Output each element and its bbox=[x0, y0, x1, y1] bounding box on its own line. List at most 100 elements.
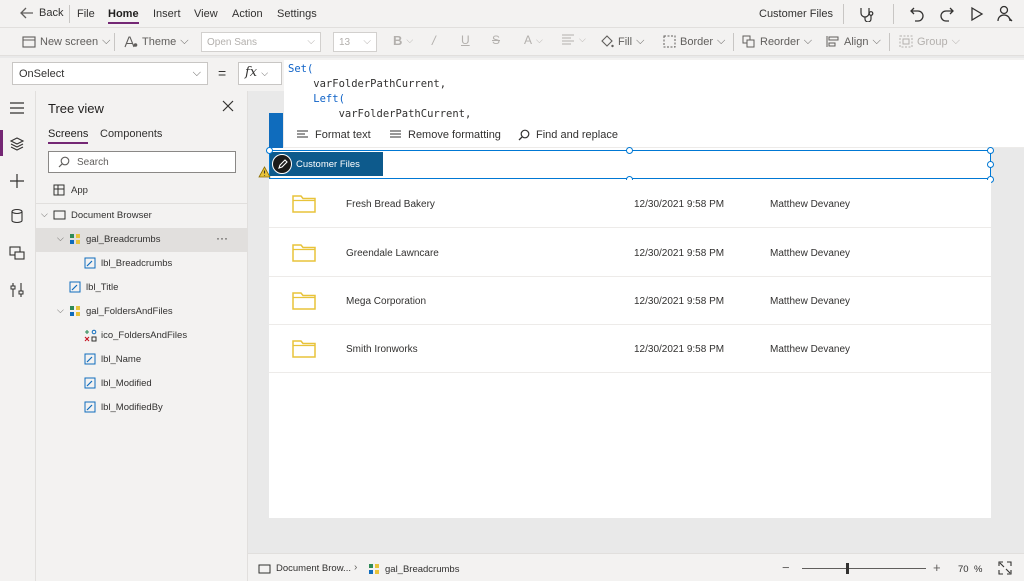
bold-button[interactable]: B ⌵ bbox=[393, 33, 413, 48]
more-options-icon[interactable]: ··· bbox=[216, 231, 228, 245]
status-control-name: gal_Breadcrumbs bbox=[385, 563, 460, 575]
resize-handle[interactable] bbox=[626, 147, 633, 154]
status-screen-name: Document Brow... bbox=[276, 563, 351, 574]
zoom-level: 70 bbox=[958, 564, 969, 575]
tree-item-ico-folders-and-files[interactable]: ico_FoldersAndFiles bbox=[36, 324, 248, 348]
tree-item-document-browser[interactable]: ⌵ Document Browser bbox=[36, 204, 248, 228]
fx-button[interactable]: fx ⌵ bbox=[238, 62, 282, 85]
align-button[interactable]: Align ⌵ bbox=[826, 35, 881, 48]
menu-home[interactable]: Home bbox=[108, 8, 139, 24]
menu-insert[interactable]: Insert bbox=[153, 8, 181, 20]
tree-item-label: lbl_ModifiedBy bbox=[101, 402, 163, 413]
font-color-button[interactable]: A ⌵ bbox=[524, 33, 543, 47]
tab-components[interactable]: Components bbox=[100, 128, 162, 140]
find-replace-button[interactable]: Find and replace bbox=[518, 129, 618, 141]
group-button[interactable]: Group ⌵ bbox=[899, 35, 960, 48]
property-select[interactable]: OnSelect ⌵ bbox=[12, 62, 208, 85]
tree-item-lbl-modified-by[interactable]: lbl_ModifiedBy bbox=[36, 396, 248, 420]
underline-button[interactable]: U bbox=[461, 33, 470, 47]
back-label: Back bbox=[39, 7, 64, 19]
tree-item-lbl-modified[interactable]: lbl_Modified bbox=[36, 372, 248, 396]
code-line: varFolderPathCurrent, bbox=[288, 108, 472, 120]
reorder-label: Reorder bbox=[760, 35, 800, 48]
format-text-button[interactable]: Format text bbox=[296, 129, 371, 141]
new-screen-label: New screen bbox=[40, 35, 99, 48]
fit-to-window-icon[interactable] bbox=[998, 561, 1012, 575]
chevron-down-icon: ⌵ bbox=[261, 69, 269, 79]
reorder-button[interactable]: Reorder ⌵ bbox=[742, 35, 812, 48]
tree-item-label: App bbox=[71, 185, 88, 196]
menu-file[interactable]: File bbox=[77, 8, 95, 20]
data-database-icon[interactable] bbox=[9, 208, 25, 224]
new-screen-button[interactable]: New screen ⌵ bbox=[22, 35, 110, 48]
tree-item-app[interactable]: App bbox=[36, 179, 248, 203]
status-control-selector[interactable]: gal_Breadcrumbs bbox=[368, 563, 459, 575]
share-user-icon[interactable] bbox=[997, 5, 1013, 22]
fill-button[interactable]: Fill ⌵ bbox=[600, 35, 644, 48]
redo-icon[interactable] bbox=[939, 6, 955, 22]
resize-handle[interactable] bbox=[266, 147, 273, 154]
menu-divider bbox=[843, 4, 844, 24]
tree-item-lbl-title[interactable]: lbl_Title bbox=[36, 276, 248, 300]
tree-search-input[interactable]: Search bbox=[48, 151, 236, 173]
formula-editor[interactable]: Set( varFolderPathCurrent, Left( varFold… bbox=[284, 60, 1024, 122]
back-button[interactable]: Back bbox=[20, 7, 63, 19]
status-screen-selector[interactable]: Document Brow... bbox=[258, 563, 351, 574]
chevron-down-icon: ⌵ bbox=[363, 36, 371, 47]
remove-formatting-button[interactable]: Remove formatting bbox=[389, 129, 501, 141]
menu-bar: Back File Home Insert View Action Settin… bbox=[0, 0, 1024, 28]
file-name: Greendale Lawncare bbox=[346, 248, 439, 259]
gallery-row[interactable]: Fresh Bread Bakery 12/30/2021 9:58 PM Ma… bbox=[269, 180, 991, 228]
chevron-down-icon: ⌵ bbox=[717, 35, 726, 47]
zoom-out-button[interactable]: − bbox=[782, 560, 790, 575]
resize-handle[interactable] bbox=[987, 161, 994, 168]
insert-plus-icon[interactable] bbox=[9, 173, 25, 189]
gallery-row[interactable]: Smith Ironworks 12/30/2021 9:58 PM Matth… bbox=[269, 325, 991, 373]
hamburger-menu-icon[interactable] bbox=[9, 102, 25, 114]
strikethrough-button[interactable]: S bbox=[492, 33, 500, 47]
menu-action[interactable]: Action bbox=[232, 8, 263, 20]
font-size-select[interactable]: 13 ⌵ bbox=[333, 32, 377, 52]
align-icon bbox=[826, 36, 839, 47]
gallery-row[interactable]: Mega Corporation 12/30/2021 9:58 PM Matt… bbox=[269, 277, 991, 325]
code-token: Set( bbox=[288, 63, 314, 75]
italic-icon: / bbox=[432, 33, 436, 48]
play-icon[interactable] bbox=[970, 6, 984, 22]
tree-item-gal-folders-and-files[interactable]: ⌵ gal_FoldersAndFiles bbox=[36, 300, 248, 324]
group-label: Group bbox=[917, 35, 948, 48]
chevron-down-icon: ⌵ bbox=[180, 35, 189, 47]
undo-icon[interactable] bbox=[909, 6, 925, 22]
menu-settings[interactable]: Settings bbox=[277, 8, 317, 20]
gallery-row[interactable]: Greendale Lawncare 12/30/2021 9:58 PM Ma… bbox=[269, 229, 991, 277]
theme-button[interactable]: Theme ⌵ bbox=[124, 35, 189, 48]
title-bar-edge bbox=[269, 113, 283, 148]
border-icon bbox=[663, 35, 676, 48]
close-icon[interactable] bbox=[222, 100, 234, 112]
resize-handle[interactable] bbox=[987, 147, 994, 154]
font-family-select[interactable]: Open Sans ⌵ bbox=[201, 32, 321, 52]
tree-item-gal-breadcrumbs[interactable]: ⌵ gal_Breadcrumbs ··· bbox=[36, 228, 248, 252]
zoom-in-button[interactable]: + bbox=[933, 560, 941, 575]
chevron-down-icon: ⌵ bbox=[951, 35, 960, 47]
tree-item-lbl-name[interactable]: lbl_Name bbox=[36, 348, 248, 372]
find-replace-label: Find and replace bbox=[536, 129, 618, 141]
code-line: varFolderPathCurrent, bbox=[288, 78, 447, 90]
tree-item-lbl-breadcrumbs[interactable]: lbl_Breadcrumbs bbox=[36, 252, 248, 276]
advanced-tools-icon[interactable] bbox=[9, 282, 25, 298]
app-checker-icon[interactable] bbox=[858, 6, 876, 22]
rail-active-indicator bbox=[0, 130, 3, 156]
menu-view[interactable]: View bbox=[194, 8, 218, 20]
tab-screens[interactable]: Screens bbox=[48, 128, 89, 144]
border-button[interactable]: Border ⌵ bbox=[663, 35, 725, 48]
italic-button[interactable]: / bbox=[432, 33, 436, 48]
file-modified: 12/30/2021 9:58 PM bbox=[634, 296, 725, 307]
zoom-slider-thumb[interactable] bbox=[846, 563, 849, 574]
tree-view-layers-icon[interactable] bbox=[9, 136, 25, 152]
media-icon[interactable] bbox=[9, 245, 25, 261]
zoom-slider-track[interactable] bbox=[802, 568, 926, 569]
file-modified: 12/30/2021 9:58 PM bbox=[634, 248, 725, 259]
tree-item-label: ico_FoldersAndFiles bbox=[101, 330, 188, 341]
code-line: Set( bbox=[288, 62, 1020, 77]
text-align-button[interactable]: ⌵ bbox=[561, 34, 586, 45]
warning-icon[interactable] bbox=[258, 166, 271, 178]
